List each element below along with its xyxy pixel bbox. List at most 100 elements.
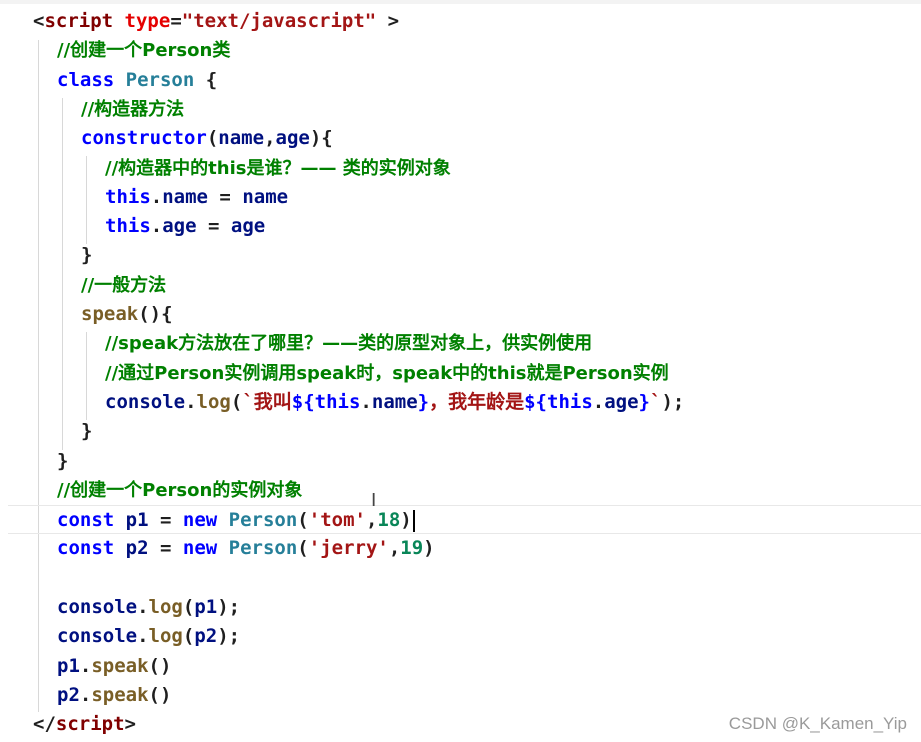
code-token: console <box>57 625 138 647</box>
code-token: } <box>81 244 93 266</box>
code-token: console <box>105 391 186 413</box>
code-line[interactable]: <script type="text/javascript" > <box>0 7 399 36</box>
code-editor[interactable]: <script type="text/javascript" >//创建一个Pe… <box>0 0 921 742</box>
code-token: 19 <box>400 537 424 559</box>
code-token: . <box>137 596 149 618</box>
code-line[interactable]: //创建一个Person的实例对象 <box>0 476 302 505</box>
code-token: speak <box>91 655 149 677</box>
code-token: this <box>105 215 151 237</box>
code-line[interactable]: console.log(`我叫${this.name}，我年龄是${this.a… <box>0 388 684 417</box>
code-token: //构造器中的this是谁？—— 类的实例对象 <box>105 158 451 179</box>
code-token: //一般方法 <box>81 275 167 296</box>
code-token: script <box>55 713 125 735</box>
code-token: new <box>182 509 218 531</box>
code-token: . <box>592 391 605 413</box>
code-line[interactable]: console.log(p2); <box>0 622 240 651</box>
code-token: ( <box>206 127 219 149</box>
code-line[interactable]: this.age = age <box>0 212 265 241</box>
code-token: ( <box>230 391 243 413</box>
code-token: type <box>124 10 171 32</box>
code-token: //speak方法放在了哪里？——类的原型对象上，供实例使用 <box>105 333 593 354</box>
code-token: class <box>57 69 115 91</box>
code-line[interactable]: } <box>0 417 92 446</box>
code-token: age <box>162 215 197 237</box>
code-token: script <box>44 10 114 32</box>
code-token: Person <box>228 509 298 531</box>
code-token: { <box>194 69 218 91</box>
code-token: p1 <box>57 655 80 677</box>
code-line[interactable]: p2.speak() <box>0 681 171 710</box>
code-token: name <box>242 186 289 208</box>
code-token: ); <box>217 596 241 618</box>
code-line[interactable]: speak(){ <box>0 300 173 329</box>
code-token: name <box>162 186 208 208</box>
code-token: speak <box>81 303 139 325</box>
code-token: ); <box>217 625 241 647</box>
code-token: . <box>360 391 372 413</box>
code-token: Person <box>228 537 298 559</box>
code-token: `我叫 <box>242 391 292 413</box>
code-line[interactable]: //一般方法 <box>0 271 166 300</box>
code-line[interactable]: } <box>0 241 92 270</box>
code-line[interactable]: //创建一个Person类 <box>0 36 230 65</box>
code-token: this <box>105 186 151 208</box>
code-token: > <box>124 713 136 735</box>
code-token: new <box>182 537 218 559</box>
code-token: console <box>57 596 138 618</box>
code-token: . <box>137 625 149 647</box>
code-line[interactable]: //通过Person实例调用speak时，speak中的this就是Person… <box>0 359 669 388</box>
code-token: ) <box>400 509 412 531</box>
code-line[interactable] <box>0 564 57 593</box>
code-token: = <box>196 215 231 237</box>
code-token: () <box>148 655 172 677</box>
code-token: log <box>148 596 183 618</box>
code-line[interactable]: </script> <box>0 710 136 739</box>
code-token: const <box>57 537 115 559</box>
code-line[interactable]: p1.speak() <box>0 652 171 681</box>
code-token: 'tom' <box>308 509 366 531</box>
code-token: name <box>371 391 418 413</box>
code-token: p1 <box>194 596 218 618</box>
code-line[interactable]: this.name = name <box>0 183 288 212</box>
code-token: p2 <box>57 684 80 706</box>
code-token: ( <box>297 509 309 531</box>
code-token: p2 <box>194 625 218 647</box>
code-line[interactable]: //构造器方法 <box>0 95 184 124</box>
code-token: p2 <box>125 537 149 559</box>
code-token: } <box>81 420 93 442</box>
code-line[interactable]: } <box>0 447 68 476</box>
code-line[interactable]: constructor(name,age){ <box>0 124 333 153</box>
code-line[interactable]: console.log(p1); <box>0 593 240 622</box>
code-line[interactable]: class Person { <box>0 66 217 95</box>
code-token: this <box>314 391 361 413</box>
code-token: } <box>638 391 650 413</box>
code-line[interactable]: const p2 = new Person('jerry',19) <box>0 534 435 563</box>
watermark: CSDN @K_Kamen_Yip <box>728 714 907 733</box>
code-token: ，我年龄是 <box>429 391 525 413</box>
code-token: = <box>207 186 243 208</box>
code-token: } <box>417 391 430 413</box>
code-token: speak <box>91 684 149 706</box>
code-token: ( <box>182 596 195 618</box>
code-token: ` <box>650 391 662 413</box>
code-token: //构造器方法 <box>81 99 185 120</box>
code-token: . <box>150 186 163 208</box>
code-line[interactable]: //构造器中的this是谁？—— 类的实例对象 <box>0 154 451 183</box>
code-token: () <box>148 684 172 706</box>
code-token: age <box>275 127 310 149</box>
code-token: . <box>185 391 197 413</box>
code-token: p1 <box>125 509 149 531</box>
code-line-current[interactable]: const p1 = new Person('tom',18) <box>8 505 921 534</box>
code-token: ) <box>423 537 435 559</box>
code-token: = <box>148 537 183 559</box>
code-token: age <box>604 391 639 413</box>
code-token: > <box>376 10 400 32</box>
code-token: ); <box>661 391 685 413</box>
code-token: . <box>79 655 92 677</box>
code-token: , <box>388 537 401 559</box>
code-token: 18 <box>377 509 401 531</box>
code-token: //创建一个Person的实例对象 <box>57 480 303 501</box>
code-line[interactable]: //speak方法放在了哪里？——类的原型对象上，供实例使用 <box>0 329 592 358</box>
